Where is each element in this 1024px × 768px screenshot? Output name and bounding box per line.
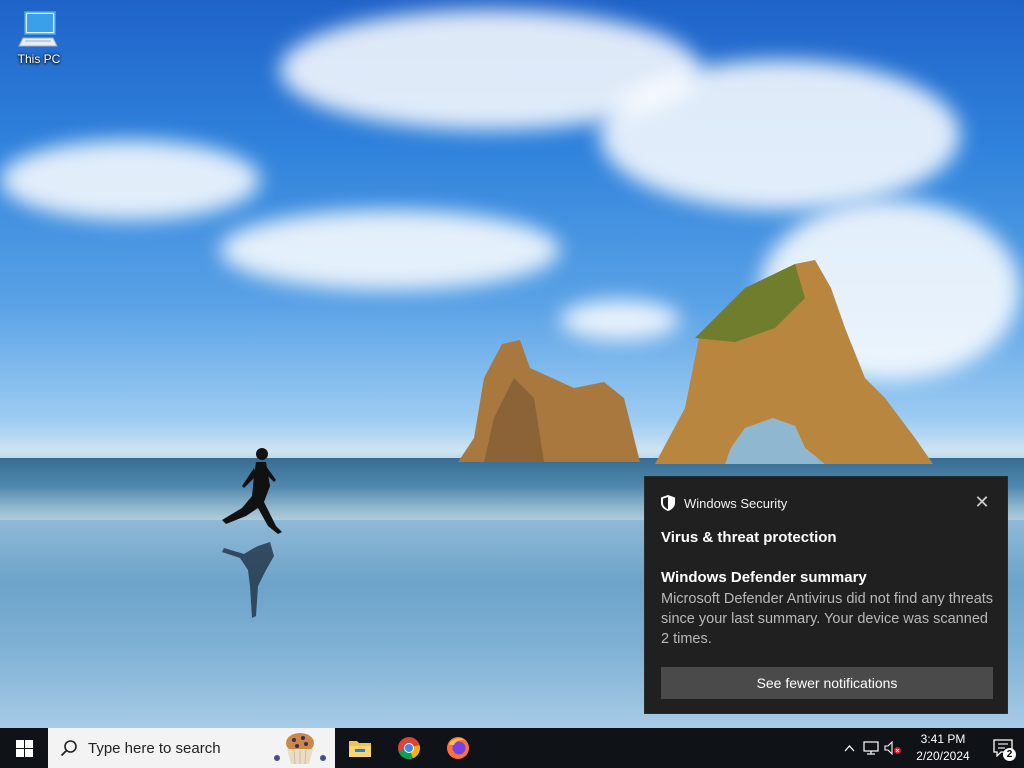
taskbar-app-firefox[interactable] [433,728,482,768]
monitor-icon [18,11,58,47]
start-button[interactable] [0,728,48,768]
taskbar: 3:41 PM 2/20/2024 2 [0,728,1024,768]
desktop: This PC Windows Security ✕ Virus & threa… [0,0,1024,728]
cloud [600,60,960,210]
cloud [0,140,260,220]
windows-logo-icon [15,739,33,757]
runner-silhouette [222,448,282,618]
show-hidden-icons-chevron-up-icon[interactable] [838,728,860,768]
notification-header: Windows Security [661,495,787,511]
notification-title: Virus & threat protection [661,529,837,546]
chrome-icon [397,737,420,760]
notification-count-badge: 2 [1003,748,1016,761]
windows-security-notification[interactable]: Windows Security ✕ Virus & threat protec… [644,476,1008,714]
notification-subtitle: Windows Defender summary [661,569,867,586]
action-center-button[interactable]: 2 [982,728,1024,768]
clock-time: 3:41 PM [920,732,966,746]
cloud [220,210,560,290]
muffin-icon [274,733,326,765]
firefox-icon [446,737,469,759]
shield-icon [661,495,675,511]
search-icon [60,740,77,757]
close-icon[interactable]: ✕ [973,493,991,511]
taskbar-search-box[interactable] [48,728,335,768]
network-icon[interactable] [860,728,882,768]
taskbar-app-chrome[interactable] [384,728,433,768]
search-input[interactable] [86,738,260,758]
sea-rock-arch [655,260,933,464]
taskbar-app-file-explorer[interactable] [335,728,384,768]
system-tray: 3:41 PM 2/20/2024 2 [838,728,1024,768]
see-fewer-notifications-button[interactable]: See fewer notifications [661,667,993,699]
file-explorer-icon [348,741,371,757]
taskbar-clock[interactable]: 3:41 PM 2/20/2024 [906,731,980,765]
desktop-icon-label: This PC [17,52,61,66]
clock-date: 2/20/2024 [916,749,970,763]
desktop-icon-this-pc[interactable]: This PC [12,10,66,74]
volume-muted-icon[interactable] [882,728,904,768]
notification-body: Microsoft Defender Antivirus did not fin… [661,591,994,647]
sea-rock-small [458,340,640,462]
notification-app-name: Windows Security [684,495,788,511]
